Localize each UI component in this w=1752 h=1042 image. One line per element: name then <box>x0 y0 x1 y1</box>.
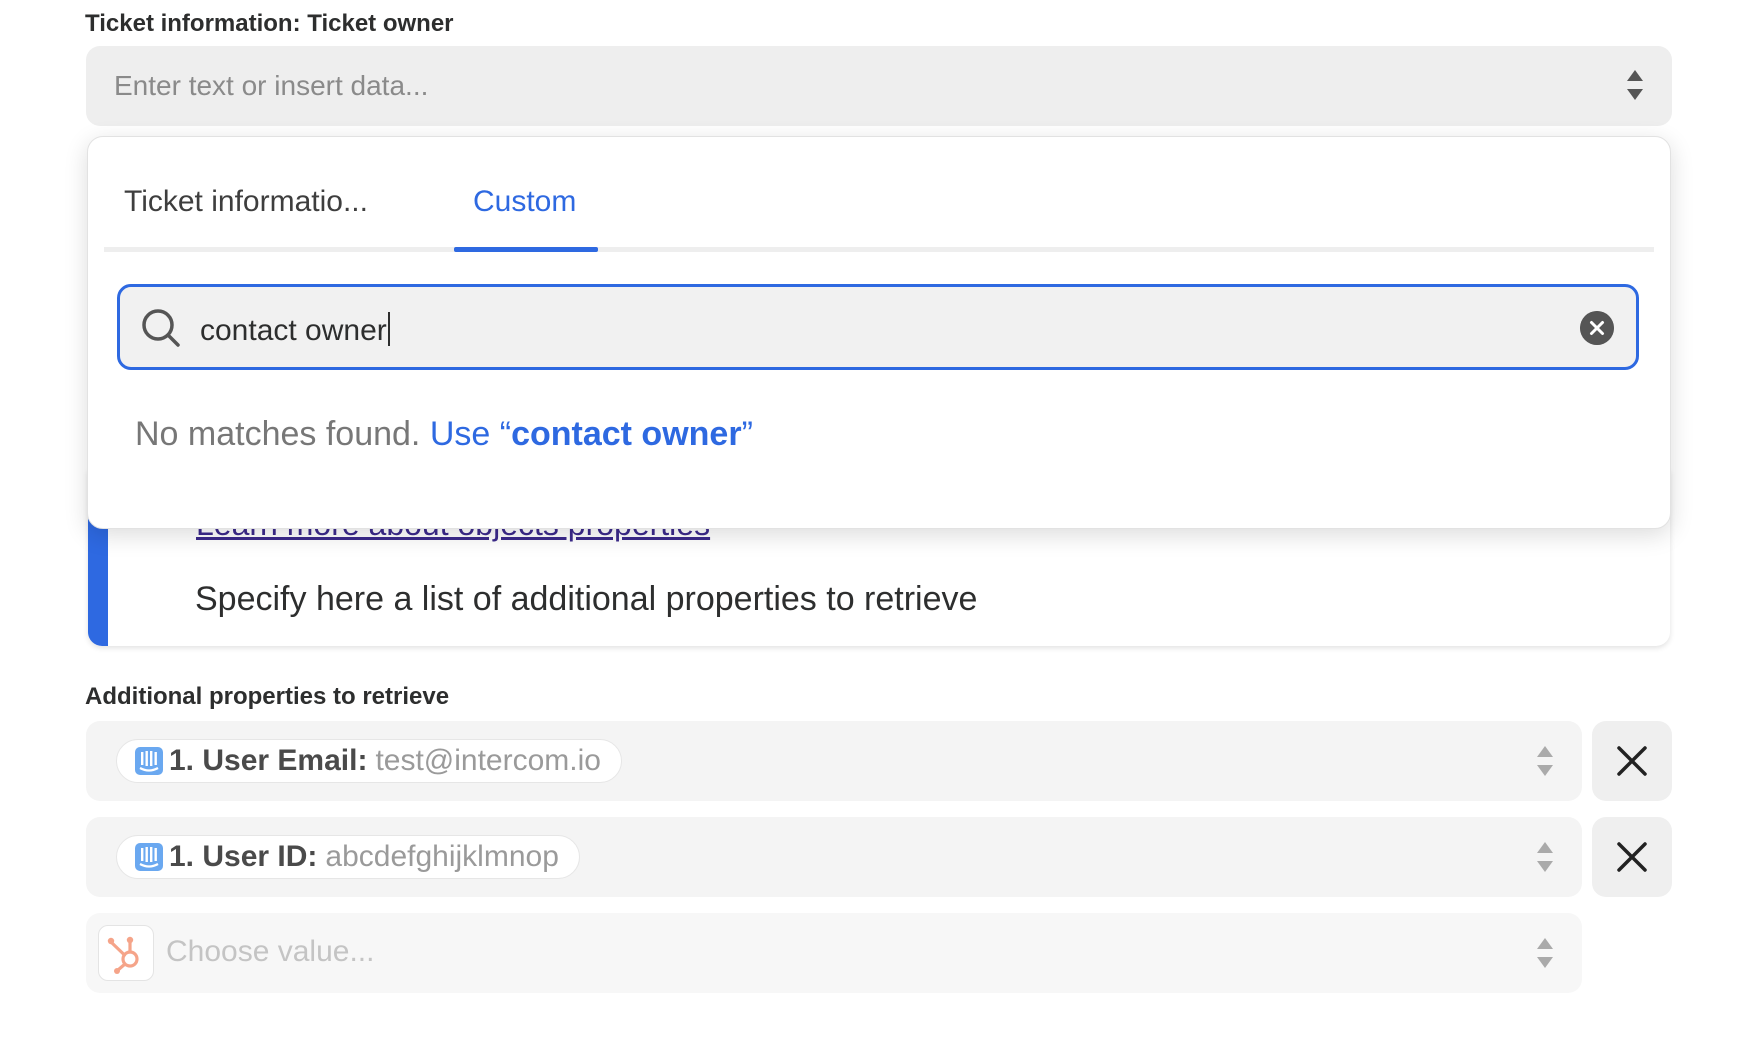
hubspot-badge <box>98 925 154 981</box>
remove-user-id-button[interactable] <box>1592 817 1672 897</box>
clear-icon[interactable] <box>1580 311 1614 345</box>
search-value: contact owner <box>200 314 387 347</box>
ticket-owner-label: Ticket information: Ticket owner <box>85 10 454 37</box>
text-caret <box>387 312 390 346</box>
hubspot-icon <box>107 936 139 974</box>
tab-custom[interactable]: Custom <box>473 185 576 219</box>
active-tab-indicator <box>454 247 598 252</box>
help-text: Specify here a list of additional proper… <box>195 580 978 618</box>
search-icon <box>142 309 180 347</box>
property-row-user-email[interactable]: 1. User Email: test@intercom.io <box>86 721 1582 801</box>
ticket-owner-placeholder: Enter text or insert data... <box>114 70 429 101</box>
form-page: Ticket information: Ticket owner Enter t… <box>0 0 1752 1042</box>
tab-ticket-information[interactable]: Ticket informatio... <box>124 185 368 219</box>
pill-label: 1. User Email: <box>169 744 368 777</box>
close-icon <box>1617 842 1647 872</box>
sort-arrows-icon[interactable] <box>1624 68 1646 102</box>
property-row-new[interactable]: Choose value... <box>86 913 1582 993</box>
pill-value: test@intercom.io <box>375 744 601 777</box>
tab-divider <box>104 247 1654 252</box>
no-matches-message: No matches found. Use “contact owner” <box>135 415 753 454</box>
pill-label: 1. User ID: <box>169 840 318 873</box>
search-input[interactable]: contact owner <box>117 284 1639 370</box>
use-prefix: Use “ <box>429 415 512 453</box>
use-custom-value-link[interactable]: Use “contact owner” <box>430 415 753 453</box>
property-row-user-id[interactable]: 1. User ID: abcdefghijklmnop <box>86 817 1582 897</box>
intercom-icon <box>135 843 163 871</box>
sort-arrows-icon[interactable] <box>1534 840 1556 874</box>
sort-arrows-icon[interactable] <box>1534 744 1556 778</box>
pill-value: abcdefghijklmnop <box>325 840 559 873</box>
ticket-owner-input[interactable]: Enter text or insert data... <box>86 46 1672 126</box>
insert-data-dropdown: Ticket informatio... Custom contact owne… <box>87 136 1671 529</box>
additional-properties-label: Additional properties to retrieve <box>85 683 450 710</box>
data-pill[interactable]: 1. User Email: test@intercom.io <box>116 739 622 783</box>
no-matches-text: No matches found. <box>135 415 421 453</box>
remove-user-email-button[interactable] <box>1592 721 1672 801</box>
intercom-icon <box>135 747 163 775</box>
use-value: contact owner <box>511 415 742 453</box>
use-suffix: ” <box>741 415 753 453</box>
sort-arrows-icon[interactable] <box>1534 936 1556 970</box>
choose-value-placeholder: Choose value... <box>166 935 375 968</box>
close-icon <box>1617 746 1647 776</box>
data-pill[interactable]: 1. User ID: abcdefghijklmnop <box>116 835 580 879</box>
